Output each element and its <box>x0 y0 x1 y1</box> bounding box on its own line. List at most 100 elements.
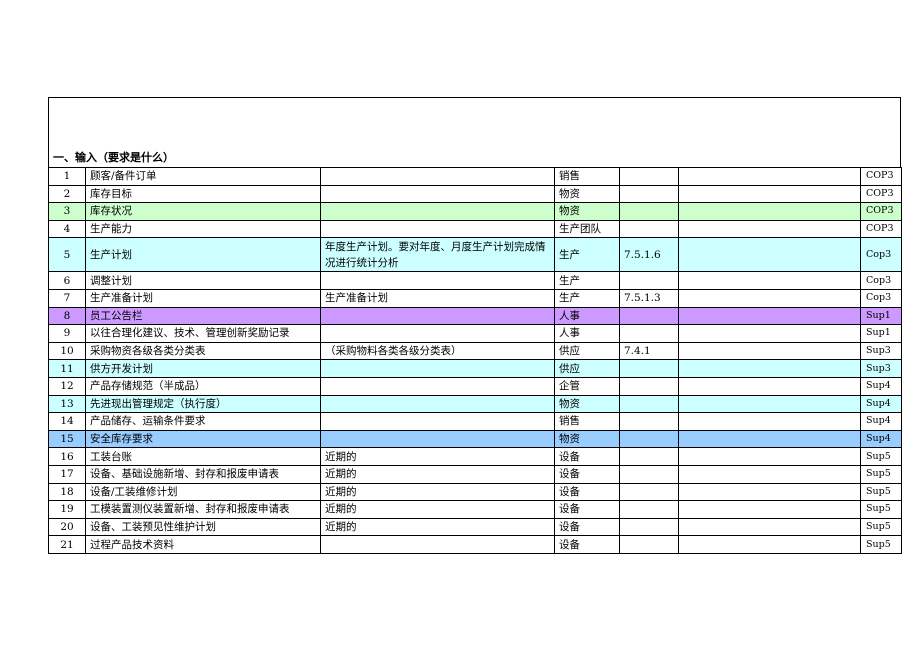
row-extra <box>678 324 861 343</box>
row-detail <box>320 306 555 326</box>
row-number: 19 <box>48 500 86 519</box>
row-clause: 7.5.1.6 <box>619 237 679 273</box>
row-detail <box>320 271 555 290</box>
row-number: 8 <box>48 306 86 326</box>
row-code: Sup1 <box>860 306 902 326</box>
row-code: Sup4 <box>860 376 902 396</box>
row-department: 生产 <box>554 237 620 273</box>
row-item: 安全库存要求 <box>85 429 321 449</box>
table-row: 1 顾客/备件订单 销售 COP3 <box>48 167 902 186</box>
row-extra <box>678 412 861 431</box>
row-detail <box>320 412 555 431</box>
row-item: 设备、工装预见性维护计划 <box>85 517 321 537</box>
row-code: COP3 <box>860 202 902 221</box>
row-item: 产品存储规范（半成品） <box>85 376 321 396</box>
row-clause <box>619 219 679 239</box>
row-item: 过程产品技术资料 <box>85 535 321 554</box>
row-detail <box>320 202 555 221</box>
row-number: 16 <box>48 447 86 466</box>
row-extra <box>678 517 861 537</box>
row-extra <box>678 219 861 239</box>
row-number: 3 <box>48 202 86 221</box>
table-row: 9 以往合理化建议、技术、管理创新奖励记录 人事 Sup1 <box>48 324 902 343</box>
row-code: Sup5 <box>860 464 902 484</box>
row-extra <box>678 184 861 204</box>
row-department: 设备 <box>554 517 620 537</box>
row-code: Sup4 <box>860 412 902 431</box>
row-number: 17 <box>48 464 86 484</box>
table-row: 10 采购物资各级各类分类表 （采购物料各类各级分类表） 供应 7.4.1 Sup3 <box>48 341 902 361</box>
table-row: 7 生产准备计划 生产准备计划 生产 7.5.1.3 Cop3 <box>48 288 902 308</box>
row-code: Cop3 <box>860 237 902 273</box>
row-code: Cop3 <box>860 288 902 308</box>
row-detail: （采购物料各类各级分类表） <box>320 341 555 361</box>
row-department: 物资 <box>554 429 620 449</box>
row-department: 设备 <box>554 500 620 519</box>
row-department: 设备 <box>554 464 620 484</box>
row-clause <box>619 394 679 414</box>
row-number: 9 <box>48 324 86 343</box>
row-code: Sup5 <box>860 447 902 466</box>
row-extra <box>678 271 861 290</box>
row-extra <box>678 359 861 378</box>
row-clause <box>619 535 679 554</box>
row-clause <box>619 376 679 396</box>
row-department: 设备 <box>554 535 620 554</box>
row-department: 供应 <box>554 341 620 361</box>
row-detail <box>320 167 555 186</box>
table-row: 4 生产能力 生产团队 COP3 <box>48 219 902 239</box>
row-clause <box>619 184 679 204</box>
row-item: 先进现出管理规定（执行度） <box>85 394 321 414</box>
row-number: 1 <box>48 167 86 186</box>
row-department: 企管 <box>554 376 620 396</box>
row-clause <box>619 271 679 290</box>
row-department: 人事 <box>554 306 620 326</box>
row-department: 人事 <box>554 324 620 343</box>
row-detail: 近期的 <box>320 447 555 466</box>
row-extra <box>678 464 861 484</box>
row-number: 12 <box>48 376 86 396</box>
table-row: 17 设备、基础设施新增、封存和报废申请表 近期的 设备 Sup5 <box>48 464 902 484</box>
row-item: 生产能力 <box>85 219 321 239</box>
row-code: COP3 <box>860 219 902 239</box>
row-department: 物资 <box>554 394 620 414</box>
row-detail <box>320 184 555 204</box>
row-item: 生产计划 <box>85 237 321 273</box>
row-code: Sup3 <box>860 341 902 361</box>
row-clause <box>619 500 679 519</box>
row-code: Sup5 <box>860 535 902 554</box>
row-clause <box>619 447 679 466</box>
row-detail <box>320 219 555 239</box>
row-department: 生产团队 <box>554 219 620 239</box>
row-detail: 近期的 <box>320 482 555 502</box>
row-item: 库存状况 <box>85 202 321 221</box>
row-number: 10 <box>48 341 86 361</box>
row-number: 7 <box>48 288 86 308</box>
table-row: 21 过程产品技术资料 设备 Sup5 <box>48 535 902 554</box>
table-row: 14 产品储存、运输条件要求 销售 Sup4 <box>48 412 902 431</box>
input-table: 1 顾客/备件订单 销售 COP3 2 库存目标 物资 COP3 3 库存状况 物资 COP3 4 生产能… <box>48 167 902 554</box>
table-row: 6 调整计划 生产 Cop3 <box>48 271 902 290</box>
row-extra <box>678 482 861 502</box>
row-item: 调整计划 <box>85 271 321 290</box>
row-detail: 近期的 <box>320 500 555 519</box>
row-extra <box>678 202 861 221</box>
row-code: COP3 <box>860 167 902 186</box>
row-clause <box>619 167 679 186</box>
row-code: Sup1 <box>860 324 902 343</box>
table-row: 16 工装台账 近期的 设备 Sup5 <box>48 447 902 466</box>
row-department: 生产 <box>554 288 620 308</box>
row-code: Cop3 <box>860 271 902 290</box>
row-item: 顾客/备件订单 <box>85 167 321 186</box>
row-number: 15 <box>48 429 86 449</box>
row-clause <box>619 464 679 484</box>
row-clause <box>619 324 679 343</box>
row-extra <box>678 167 861 186</box>
table-row: 8 员工公告栏 人事 Sup1 <box>48 306 902 326</box>
row-extra <box>678 288 861 308</box>
row-department: 销售 <box>554 167 620 186</box>
row-code: Sup4 <box>860 394 902 414</box>
row-detail: 年度生产计划。要对年度、月度生产计划完成情况进行统计分析 <box>320 237 555 273</box>
row-number: 6 <box>48 271 86 290</box>
table-row: 11 供方开发计划 供应 Sup3 <box>48 359 902 378</box>
